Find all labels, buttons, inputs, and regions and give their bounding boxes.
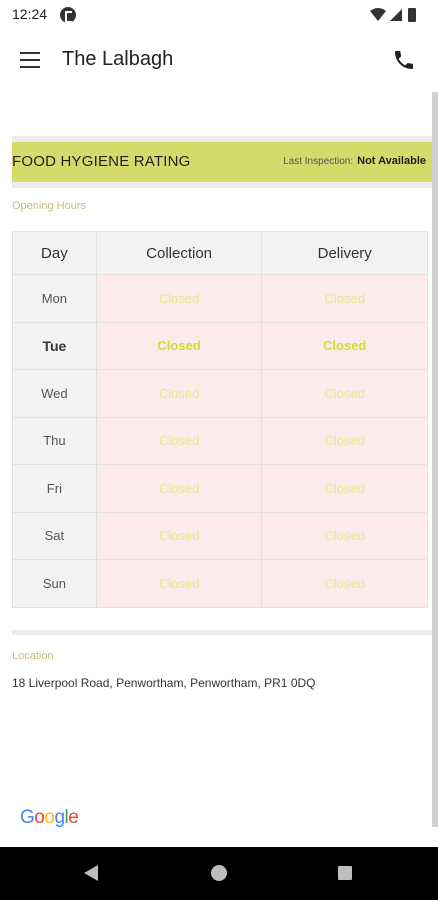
last-inspection-value: Not Available [357,155,426,167]
day-cell: Mon [12,274,97,323]
opening-hours-label: Opening Hours [12,200,86,212]
header-delivery: Delivery [261,231,428,275]
status-time: 12:24 [12,6,48,22]
status-bar: 12:24 [0,0,438,30]
header-collection: Collection [95,231,263,275]
delivery-cell: Closed [261,369,428,418]
recents-icon[interactable] [338,866,352,880]
page-title: The Lalbagh [62,48,174,70]
google-logo: Google [20,807,79,828]
scrollbar[interactable] [432,92,438,827]
divider [12,182,432,188]
signal-icon [390,9,402,21]
notification-app-icon [60,7,76,23]
collection-cell: Closed [95,559,263,608]
day-cell: Sat [12,511,97,560]
delivery-cell: Closed [261,464,428,513]
hygiene-title: FOOD HYGIENE RATING [12,153,191,170]
phone-icon[interactable] [392,48,416,72]
delivery-cell: Closed [261,511,428,560]
table-row-today: Tue Closed Closed [12,321,428,370]
day-cell: Wed [12,369,97,418]
collection-cell: Closed [95,321,263,370]
app-bar: The Lalbagh [0,30,438,92]
collection-cell: Closed [95,511,263,560]
collection-cell: Closed [95,369,263,418]
back-icon[interactable] [84,865,98,881]
battery-icon [408,8,416,22]
last-inspection: Last Inspection: Not Available [283,155,426,167]
table-header-row: Day Collection Delivery [12,231,428,275]
menu-icon[interactable] [20,52,40,68]
delivery-cell: Closed [261,274,428,323]
status-icons [370,8,416,22]
table-row: Sun Closed Closed [12,559,428,608]
delivery-cell: Closed [261,416,428,465]
opening-hours-table: Day Collection Delivery Mon Closed Close… [12,231,428,608]
collection-cell: Closed [95,274,263,323]
last-inspection-label: Last Inspection: [283,156,354,167]
collection-cell: Closed [95,464,263,513]
table-row: Thu Closed Closed [12,416,428,465]
table-row: Fri Closed Closed [12,464,428,513]
collection-cell: Closed [95,416,263,465]
divider [12,630,432,635]
delivery-cell: Closed [261,559,428,608]
main-content: FOOD HYGIENE RATING Last Inspection: Not … [0,92,432,847]
table-row: Sat Closed Closed [12,511,428,560]
home-icon[interactable] [211,865,227,881]
day-cell: Sun [12,559,97,608]
day-cell: Fri [12,464,97,513]
system-nav-bar [0,847,438,900]
wifi-icon [370,8,386,21]
location-label: Location [12,650,54,662]
delivery-cell: Closed [261,321,428,370]
table-row: Mon Closed Closed [12,274,428,323]
day-cell: Thu [12,416,97,465]
address-text: 18 Liverpool Road, Penwortham, Penwortha… [12,676,316,690]
table-row: Wed Closed Closed [12,369,428,418]
day-cell: Tue [12,321,97,370]
hygiene-rating-bar: FOOD HYGIENE RATING Last Inspection: Not … [12,142,432,182]
header-day: Day [12,231,97,275]
